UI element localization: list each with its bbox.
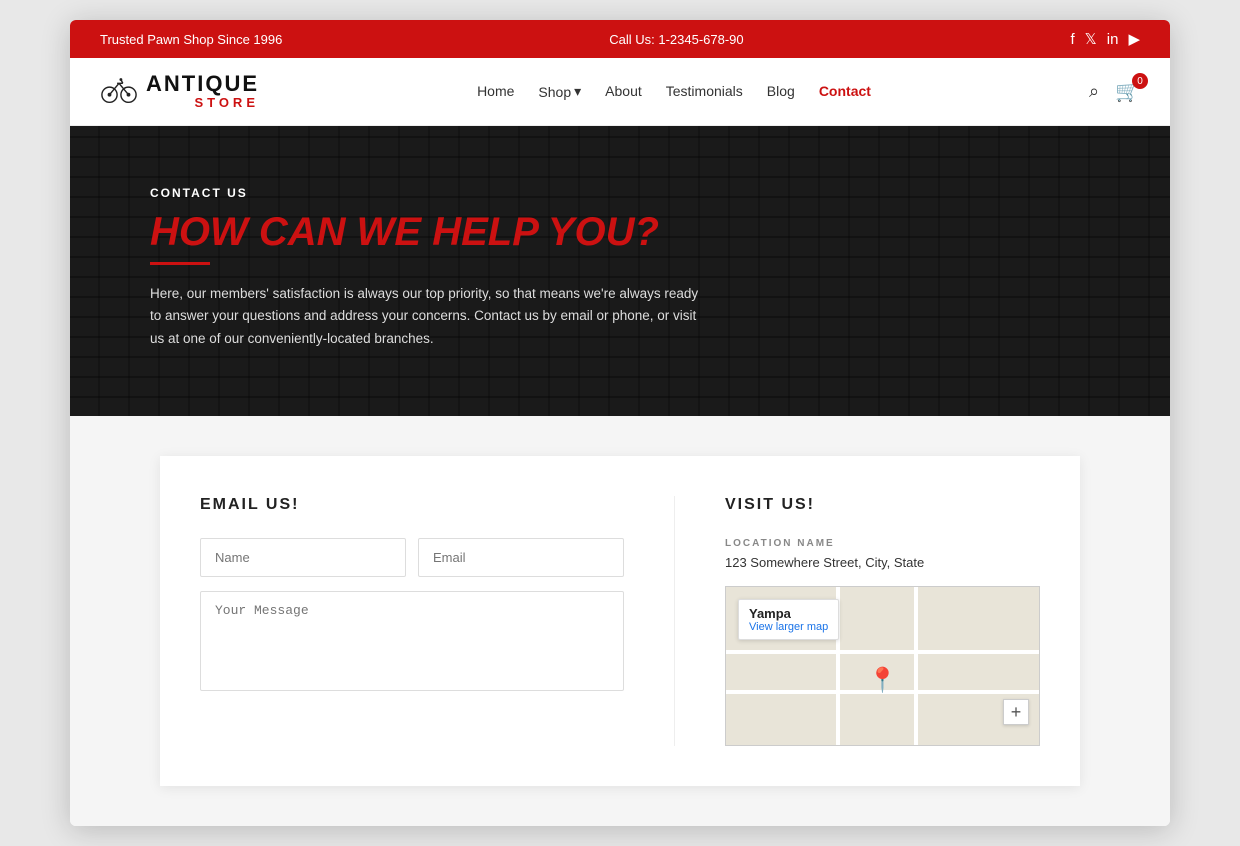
social-icons: f 𝕏 in ▶ (1070, 30, 1140, 48)
logo-store: STORE (146, 96, 259, 110)
tagline: Trusted Pawn Shop Since 1996 (100, 32, 282, 47)
phone-number: Call Us: 1-2345-678-90 (609, 32, 743, 47)
facebook-icon[interactable]: f (1070, 31, 1074, 48)
youtube-icon[interactable]: ▶ (1128, 30, 1140, 48)
nav-bar: ANTIQUE STORE Home Shop ▾ About Testimon… (70, 58, 1170, 126)
linkedin-icon[interactable]: in (1107, 31, 1119, 48)
map-road-v2 (914, 587, 918, 745)
search-icon[interactable]: ⌕ (1089, 81, 1099, 102)
hero-divider (150, 262, 210, 265)
map-container: Yampa View larger map 📍 + (725, 586, 1040, 746)
top-bar: Trusted Pawn Shop Since 1996 Call Us: 1-… (70, 20, 1170, 58)
map-place-name: Yampa (749, 606, 828, 621)
logo-text: ANTIQUE STORE (146, 72, 259, 110)
nav-shop[interactable]: Shop ▾ (538, 83, 581, 100)
map-label-box: Yampa View larger map (738, 599, 839, 640)
logo: ANTIQUE STORE (100, 70, 259, 113)
form-row-name-email (200, 538, 624, 577)
nav-testimonials[interactable]: Testimonials (666, 83, 743, 101)
map-pin: 📍 (868, 666, 898, 695)
nav-contact[interactable]: Contact (819, 83, 871, 101)
hero-content: CONTACT US HOW CAN WE HELP YOU? Here, ou… (150, 186, 710, 350)
chevron-down-icon: ▾ (574, 83, 581, 100)
twitter-icon[interactable]: 𝕏 (1085, 30, 1097, 48)
hero-section: CONTACT US HOW CAN WE HELP YOU? Here, ou… (70, 126, 1170, 416)
email-section: EMAIL US! (200, 496, 675, 746)
cart-wrapper[interactable]: 🛒 0 (1115, 79, 1140, 104)
browser-window: Trusted Pawn Shop Since 1996 Call Us: 1-… (70, 20, 1170, 826)
main-content: EMAIL US! VISIT US! LOCATION NAME 123 So… (70, 416, 1170, 826)
hero-title: HOW CAN WE HELP YOU? (150, 210, 710, 254)
location-label: LOCATION NAME (725, 538, 1040, 549)
map-road-h1 (726, 650, 1039, 654)
email-section-title: EMAIL US! (200, 496, 624, 514)
nav-actions: ⌕ 🛒 0 (1089, 79, 1140, 104)
email-input[interactable] (418, 538, 624, 577)
nav-blog[interactable]: Blog (767, 83, 795, 101)
map-zoom-button[interactable]: + (1003, 699, 1029, 725)
logo-icon (100, 70, 138, 113)
hero-eyebrow: CONTACT US (150, 186, 710, 200)
content-wrapper: EMAIL US! VISIT US! LOCATION NAME 123 So… (160, 456, 1080, 786)
name-input[interactable] (200, 538, 406, 577)
visit-section-title: VISIT US! (725, 496, 1040, 514)
location-address: 123 Somewhere Street, City, State (725, 555, 1040, 570)
nav-about[interactable]: About (605, 83, 642, 101)
hero-description: Here, our members' satisfaction is alway… (150, 283, 710, 350)
logo-antique: ANTIQUE (146, 72, 259, 96)
map-inner: Yampa View larger map 📍 + (726, 587, 1039, 745)
nav-links: Home Shop ▾ About Testimonials Blog Cont… (477, 83, 871, 101)
visit-section: VISIT US! LOCATION NAME 123 Somewhere St… (675, 496, 1040, 746)
message-textarea[interactable] (200, 591, 624, 691)
map-view-larger[interactable]: View larger map (749, 621, 828, 633)
nav-home[interactable]: Home (477, 83, 514, 101)
cart-badge: 0 (1132, 73, 1148, 89)
